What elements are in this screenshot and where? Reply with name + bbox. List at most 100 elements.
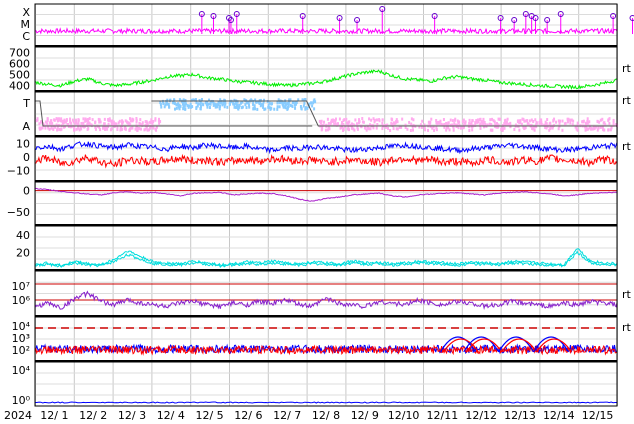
sector-away-mark xyxy=(138,121,141,125)
sector-toward-mark xyxy=(268,101,271,105)
sector-away-mark xyxy=(585,122,588,126)
sector-away-mark xyxy=(49,119,52,123)
sector-away-mark xyxy=(71,118,74,122)
sector-away-mark xyxy=(77,118,80,122)
sector-right-label: rt xyxy=(622,94,632,107)
dst-tick-1: −50 xyxy=(7,206,30,219)
sector-away-mark xyxy=(522,117,525,121)
sector-away-mark xyxy=(527,122,530,126)
sector-away-mark xyxy=(340,120,343,124)
sector-away-mark xyxy=(482,122,485,126)
sector-away-mark xyxy=(131,119,134,123)
sector-away-mark xyxy=(479,117,482,121)
sector-away-mark xyxy=(538,121,541,125)
sector-away-mark xyxy=(423,126,426,130)
sector-away-mark xyxy=(435,126,438,130)
sector-away-mark xyxy=(396,127,399,131)
sector-away-mark xyxy=(127,121,130,125)
sector-away-mark xyxy=(381,118,384,122)
sector-toward-mark xyxy=(289,103,292,107)
sector-away-mark xyxy=(528,119,531,123)
sector-away-mark xyxy=(453,118,456,122)
sector-away-mark xyxy=(410,117,413,121)
sector-away-mark xyxy=(62,120,65,124)
sector-away-mark xyxy=(464,120,467,124)
sector-away-mark xyxy=(504,122,507,126)
sector-toward-mark xyxy=(199,105,202,109)
sector-away-mark xyxy=(492,119,495,123)
sector-away-mark xyxy=(603,121,606,125)
sector-away-mark xyxy=(572,119,575,123)
sector-away-mark xyxy=(506,117,509,121)
sector-away-mark xyxy=(530,118,533,122)
sector-away-mark xyxy=(524,126,527,130)
bz-tick-2: −10 xyxy=(7,164,30,177)
sector-away-mark xyxy=(489,128,492,132)
sector-away-mark xyxy=(135,118,138,122)
electron-tick-1: 10⁶ xyxy=(12,294,31,307)
sector-away-mark xyxy=(612,120,615,124)
sector-away-mark xyxy=(154,118,157,122)
sector-toward-mark xyxy=(270,102,273,106)
sector-toward-mark xyxy=(160,105,163,109)
sector-toward-mark xyxy=(195,101,198,105)
sector-away-mark xyxy=(333,122,336,126)
bottom-tick-0: 10⁴ xyxy=(12,364,31,377)
sector-toward-mark xyxy=(212,100,215,104)
sector-toward-mark xyxy=(168,105,171,109)
sector-away-mark xyxy=(352,127,355,131)
sector-away-mark xyxy=(56,119,59,123)
sector-away-mark xyxy=(152,126,155,130)
sector-away-mark xyxy=(410,122,413,126)
sector-away-mark xyxy=(152,120,155,124)
flare-background-line xyxy=(34,26,618,35)
sector-toward-mark xyxy=(278,101,281,105)
sector-away-mark xyxy=(44,126,47,130)
electron-tick-0: 10⁷ xyxy=(12,280,30,293)
sector-tick-a: A xyxy=(22,120,30,133)
flare-tick-c: C xyxy=(22,30,30,43)
sector-toward-mark xyxy=(236,103,239,107)
sector-away-mark xyxy=(58,127,61,131)
sector-away-mark xyxy=(326,117,329,121)
sector-away-mark xyxy=(575,126,578,130)
sector-away-mark xyxy=(553,117,556,121)
x-tick-label: 12/ 2 xyxy=(79,409,107,422)
sector-toward-mark xyxy=(302,104,305,108)
sector-away-mark xyxy=(107,119,110,123)
x-tick-label: 12/ 4 xyxy=(157,409,185,422)
sector-away-mark xyxy=(455,125,458,129)
sector-away-mark xyxy=(375,126,378,130)
sector-toward-mark xyxy=(232,102,235,106)
sector-away-mark xyxy=(128,128,131,132)
sector-away-mark xyxy=(84,117,87,121)
sector-away-mark xyxy=(129,117,132,121)
sector-toward-mark xyxy=(199,102,202,106)
sector-toward-mark xyxy=(178,103,181,107)
sector-away-mark xyxy=(442,118,445,122)
cyan-tick-0: 40 xyxy=(16,229,30,242)
x-tick-label: 12/14 xyxy=(543,409,575,422)
sector-away-mark xyxy=(384,123,387,127)
sector-toward-mark xyxy=(175,106,178,110)
x-year-label: 2024 xyxy=(4,409,32,422)
sector-away-mark xyxy=(561,119,564,123)
sector-away-mark xyxy=(451,119,454,123)
sector-toward-mark xyxy=(294,106,297,110)
sector-away-mark xyxy=(474,123,477,127)
sector-away-mark xyxy=(91,118,94,122)
proton-right-label: rt xyxy=(622,321,632,334)
sector-away-mark xyxy=(323,120,326,124)
sector-away-mark xyxy=(569,121,572,125)
bz-red-line xyxy=(34,153,618,169)
x-tick-label: 12/ 7 xyxy=(273,409,301,422)
bottom-flux-line xyxy=(35,401,617,404)
sector-toward-mark xyxy=(294,103,297,107)
sector-toward-mark xyxy=(184,107,187,111)
sector-toward-mark xyxy=(273,107,276,111)
sector-away-mark xyxy=(561,128,564,132)
x-tick-label: 12/15 xyxy=(582,409,614,422)
sector-away-mark xyxy=(435,119,438,123)
sector-away-mark xyxy=(471,119,474,123)
sector-away-mark xyxy=(421,119,424,123)
